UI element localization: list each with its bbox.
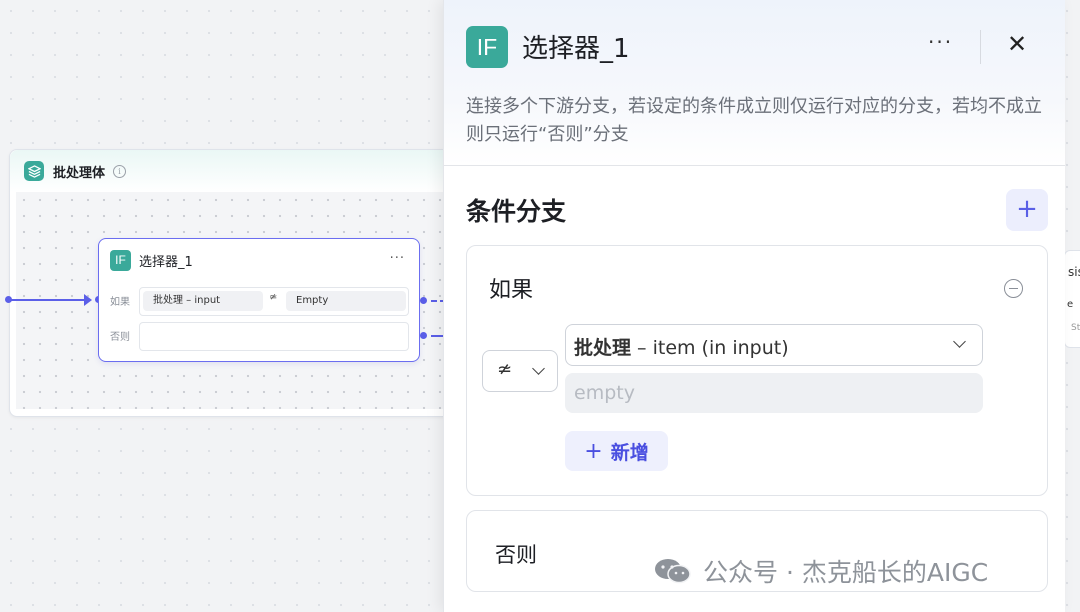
node-condition-variable: 批处理 – input: [143, 291, 263, 311]
variable-select[interactable]: 批处理 – item (in input): [565, 324, 983, 366]
if-output-edge: [431, 300, 443, 302]
selector-node[interactable]: IF 选择器_1 ··· 如果 批处理 – input ≄ Empty 否则: [98, 238, 420, 362]
node-condition-value: Empty: [286, 291, 406, 311]
batch-input-port[interactable]: [5, 296, 12, 303]
panel-description: 连接多个下游分支，若设定的条件成立则仅运行对应的分支，若均不成立则只运行“否则”…: [466, 96, 1042, 145]
node-title: 选择器_1: [139, 254, 193, 270]
add-condition-button[interactable]: + 新增: [565, 431, 668, 471]
variable-path: – item (in input): [631, 337, 789, 359]
section-title: 条件分支: [466, 197, 567, 226]
if-branch-label: 如果: [489, 278, 534, 303]
node-condition-box[interactable]: 批处理 – input ≄ Empty: [139, 287, 409, 316]
layers-icon: [24, 161, 44, 181]
batch-title: 批处理体: [53, 165, 106, 181]
remove-branch-icon[interactable]: [1004, 279, 1023, 298]
header-divider: [980, 30, 981, 64]
panel-title[interactable]: 选择器_1: [522, 28, 630, 65]
add-branch-button[interactable]: +: [1006, 189, 1048, 231]
node-header: IF 选择器_1: [99, 239, 419, 281]
node-else-box[interactable]: [139, 322, 409, 351]
partial-node-text: St: [1071, 323, 1080, 333]
else-output-edge: [431, 335, 443, 337]
watermark: 公众号 · 杰克船长的AIGC: [653, 553, 988, 589]
variable-source: 批处理: [574, 337, 632, 359]
node-if-row: 如果 批处理 – input ≄ Empty: [99, 287, 419, 316]
else-output-port[interactable]: [420, 332, 427, 339]
node-settings-panel[interactable]: IF 选择器_1 ··· ✕ 连接多个下游分支，若设定的条件成立则仅运行对应的分…: [443, 0, 1065, 612]
if-icon: IF: [466, 26, 508, 68]
operator-select[interactable]: ≄: [482, 350, 558, 392]
partial-node-text: e: [1067, 299, 1074, 310]
chevron-down-icon: [953, 335, 966, 348]
close-button[interactable]: ✕: [1007, 30, 1027, 58]
partial-node[interactable]: sis e St: [1064, 250, 1080, 348]
node-more-icon[interactable]: ···: [390, 251, 405, 266]
watermark-text: 公众号 · 杰克船长的AIGC: [703, 558, 989, 587]
node-else-row: 否则: [99, 322, 419, 351]
info-icon[interactable]: i: [113, 164, 127, 178]
else-branch-label: 否则: [495, 543, 537, 567]
incoming-edge: [9, 299, 87, 301]
more-options-button[interactable]: ···: [928, 30, 953, 54]
not-equal-icon: ≄: [269, 292, 278, 303]
add-condition-label: 新增: [610, 441, 649, 464]
value-input[interactable]: [565, 373, 983, 413]
plus-icon: +: [584, 438, 603, 464]
partial-node-text: sis: [1068, 265, 1080, 279]
if-output-port[interactable]: [420, 297, 427, 304]
not-equal-icon: ≄: [497, 359, 513, 380]
wechat-icon: [655, 559, 691, 584]
if-icon: IF: [110, 249, 131, 271]
arrow-icon: [84, 294, 92, 306]
chevron-down-icon: [532, 362, 545, 375]
if-branch-card: 如果 ≄ 批处理 – item (in input) + 新增: [466, 245, 1048, 496]
panel-header: IF 选择器_1 ··· ✕ 连接多个下游分支，若设定的条件成立则仅运行对应的分…: [444, 0, 1065, 166]
variable-select-value: 批处理 – item (in input): [574, 333, 789, 360]
